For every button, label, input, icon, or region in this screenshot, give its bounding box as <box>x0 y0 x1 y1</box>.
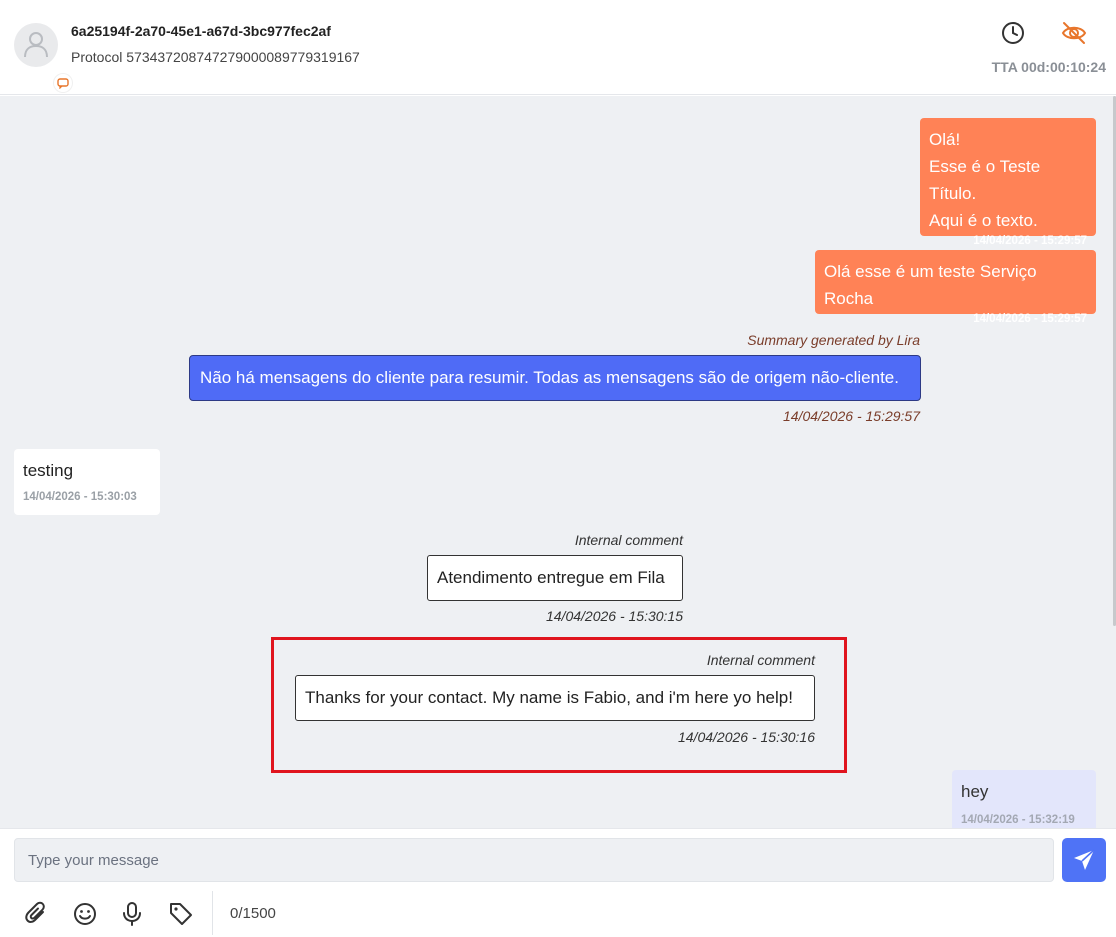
summary-message: Não há mensagens do cliente para resumir… <box>189 355 921 401</box>
message-composer: 0/1500 <box>0 828 1116 937</box>
paperclip-icon[interactable] <box>24 901 50 927</box>
send-icon <box>1074 849 1095 870</box>
message-input[interactable] <box>14 838 1054 882</box>
internal-comment-label: Internal comment <box>574 532 683 548</box>
message-line: Olá! <box>929 130 961 149</box>
protocol-number: Protocol 57343720874727900008977931916​7 <box>71 49 360 65</box>
summary-label: Summary generated by Lira <box>747 332 920 348</box>
send-button[interactable] <box>1062 838 1106 882</box>
outgoing-message: Olá! Esse é o Teste Título. Aqui é o tex… <box>920 118 1096 247</box>
chat-channel-icon <box>57 78 69 89</box>
agent-message: hey 14/04/2026 - 15:32:19 <box>952 770 1096 828</box>
emoji-icon[interactable] <box>72 901 98 927</box>
contact-avatar <box>14 23 72 92</box>
message-text: testing <box>23 461 74 480</box>
internal-comment: Atendimento entregue em Fila <box>427 555 683 601</box>
comment-time: 14/04/2026 - 15:30:16 <box>677 729 815 745</box>
microphone-icon[interactable] <box>119 901 145 927</box>
message-line: Aqui é o texto. <box>929 211 1038 230</box>
incoming-message: testing 14/04/2026 - 15:30:03 <box>14 449 160 515</box>
message-time: 14/04/2026 - 15:29:57 <box>973 313 1087 325</box>
contact-id: 6a25194f-2a70-45e1-a67d-3bc977fec2af <box>71 23 331 39</box>
tag-icon[interactable] <box>168 901 194 927</box>
outgoing-message: Olá esse é um teste Serviço Rocha 14/04/… <box>815 250 1096 325</box>
message-time: 14/04/2026 - 15:32:19 <box>961 814 1075 826</box>
avatar-user-icon <box>24 32 48 58</box>
message-text: Olá esse é um teste Serviço Rocha <box>824 262 1037 308</box>
chat-messages-area[interactable]: Olá! Esse é o Teste Título. Aqui é o tex… <box>0 96 1116 828</box>
internal-comment-label: Internal comment <box>706 652 815 668</box>
chat-header: 6a25194f-2a70-45e1-a67d-3bc977fec2af Pro… <box>0 0 1116 95</box>
internal-comment: Thanks for your contact. My name is Fabi… <box>295 675 815 721</box>
message-line: Esse é o Teste Título. <box>929 157 1041 203</box>
character-counter: 0/1500 <box>230 905 276 922</box>
tta-timer: TTA 00d:00:10:24 <box>991 59 1106 75</box>
clock-icon[interactable] <box>1000 20 1026 46</box>
message-time: 14/04/2026 - 15:29:57 <box>973 235 1087 247</box>
toolbar-divider <box>212 891 213 935</box>
message-time: 14/04/2026 - 15:30:03 <box>23 491 137 503</box>
comment-time: 14/04/2026 - 15:30:15 <box>545 608 683 624</box>
summary-time: 14/04/2026 - 15:29:57 <box>782 408 920 424</box>
eye-off-icon[interactable] <box>1061 20 1087 46</box>
message-text: hey <box>961 782 989 801</box>
channel-badge <box>54 74 72 92</box>
